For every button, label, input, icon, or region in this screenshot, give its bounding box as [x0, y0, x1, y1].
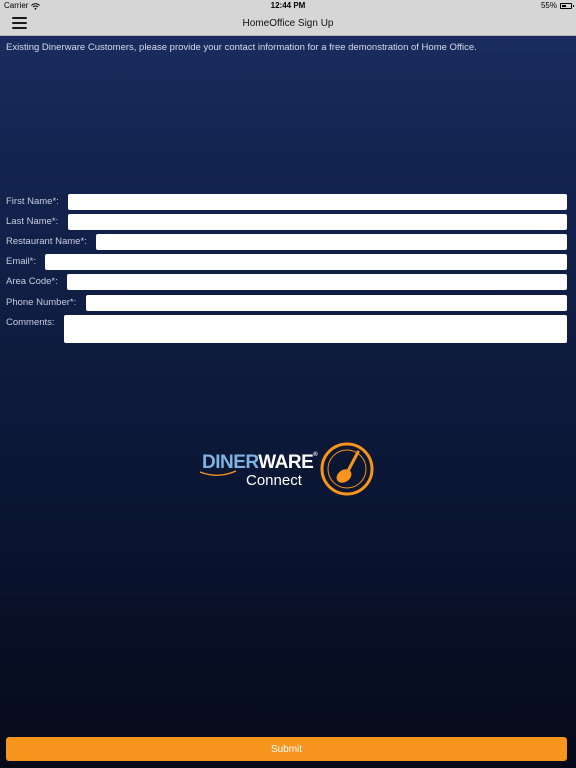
status-time: 12:44 PM: [270, 1, 306, 10]
first-name-row: First Name*:: [6, 194, 567, 210]
email-row: Email*:: [6, 254, 567, 270]
restaurant-name-row: Restaurant Name*:: [6, 234, 567, 250]
dinerware-connect-logo: DINERWARE® Connect: [198, 442, 378, 498]
comments-row: Comments:: [6, 315, 567, 343]
first-name-input[interactable]: [68, 194, 567, 210]
spoon-emblem-icon: [320, 442, 374, 496]
logo-subtitle: Connect: [246, 472, 302, 489]
restaurant-name-label: Restaurant Name*:: [6, 236, 87, 247]
last-name-row: Last Name*:: [6, 214, 567, 230]
battery-percent: 55%: [540, 1, 557, 10]
area-code-label: Area Code*:: [6, 276, 58, 287]
comments-label: Comments:: [6, 317, 55, 328]
first-name-label: First Name*:: [6, 196, 59, 207]
logo-swoosh-icon: [199, 470, 237, 476]
last-name-label: Last Name*:: [6, 216, 59, 227]
logo-brand-part2: WARE: [258, 452, 314, 473]
submit-button[interactable]: Submit: [6, 737, 567, 761]
signup-screen: Carrier 12:44 PM 55% HomeOffice Sign Up …: [0, 0, 576, 768]
restaurant-name-input[interactable]: [96, 234, 567, 250]
comments-textarea[interactable]: [64, 315, 567, 343]
area-code-input[interactable]: [67, 274, 567, 290]
status-bar: Carrier 12:44 PM 55%: [0, 0, 576, 12]
email-label: Email*:: [6, 256, 37, 267]
nav-bar: HomeOffice Sign Up: [0, 12, 576, 36]
phone-number-row: Phone Number*:: [6, 295, 567, 311]
last-name-input[interactable]: [68, 214, 567, 230]
battery-fill: [562, 5, 566, 7]
email-input[interactable]: [45, 254, 567, 270]
intro-text: Existing Dinerware Customers, please pro…: [6, 42, 477, 53]
phone-number-input[interactable]: [86, 295, 567, 311]
phone-number-label: Phone Number*:: [6, 297, 77, 308]
area-code-row: Area Code*:: [6, 274, 567, 290]
status-right: 55%: [540, 0, 574, 12]
battery-icon: [560, 3, 574, 9]
page-title: HomeOffice Sign Up: [242, 18, 334, 29]
